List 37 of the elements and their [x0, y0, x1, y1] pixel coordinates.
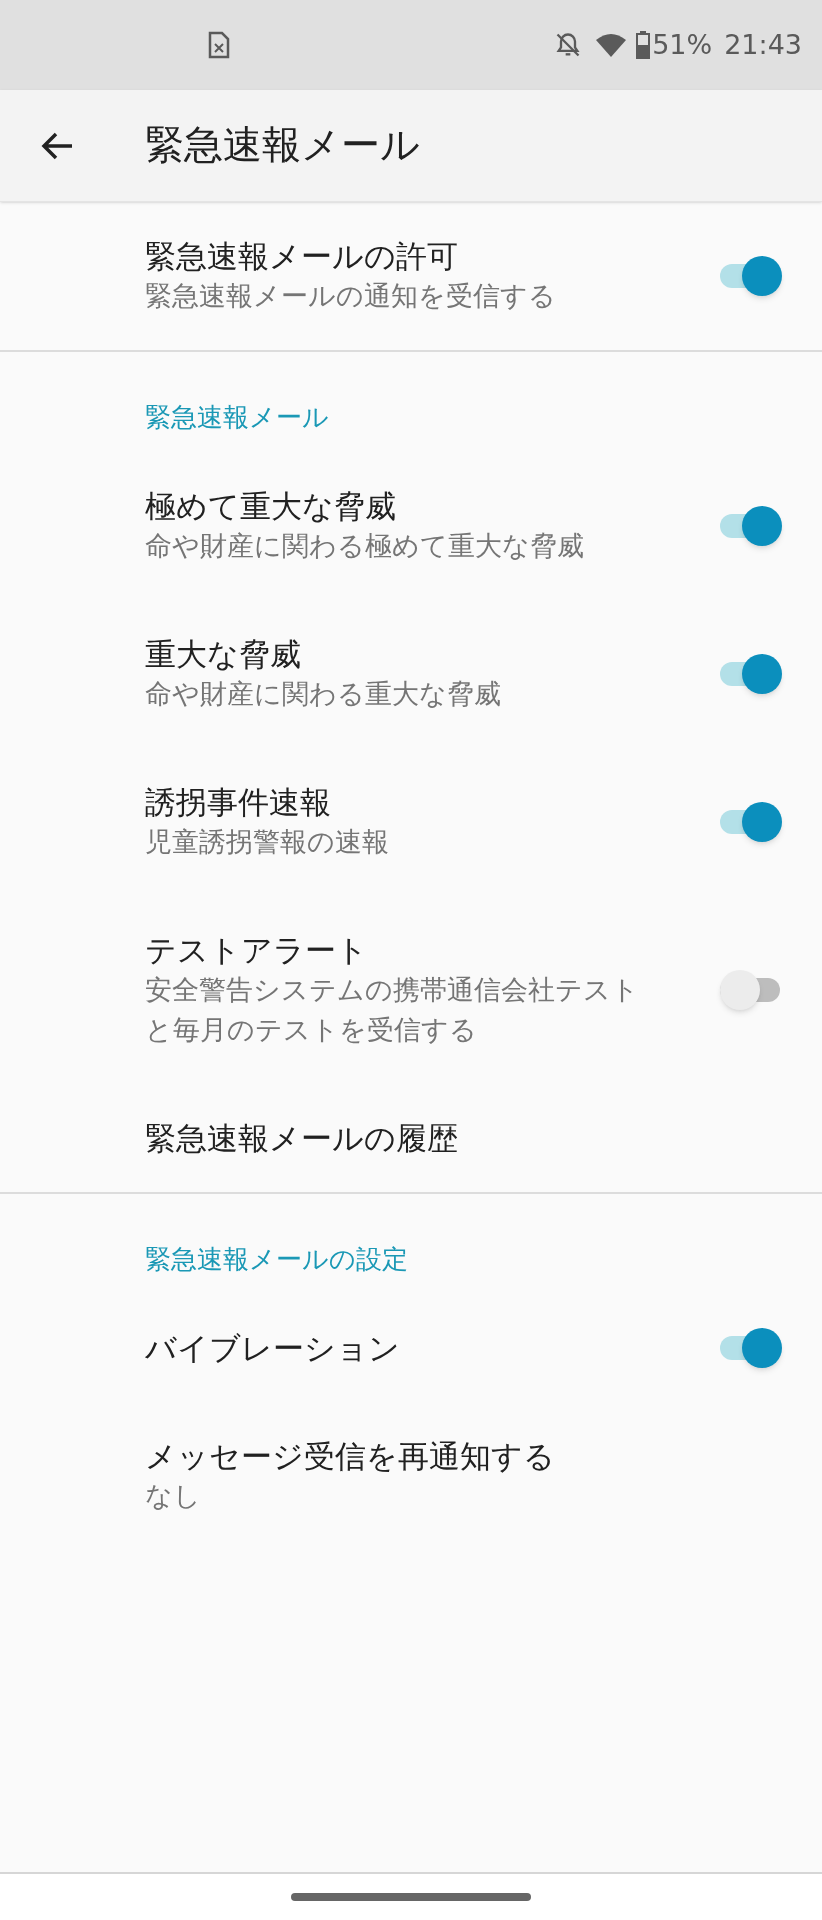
sim-card-icon: [208, 31, 230, 59]
toggle-switch[interactable]: [720, 654, 782, 694]
settings-item[interactable]: バイブレーション: [0, 1294, 822, 1402]
item-summary: なし: [145, 1479, 202, 1513]
toggle-switch[interactable]: [720, 256, 782, 296]
toggle-switch[interactable]: [720, 802, 782, 842]
toggle-switch[interactable]: [720, 506, 782, 546]
item-summary: 児童誘拐警報の速報: [145, 825, 390, 859]
item-title: テストアラート: [145, 931, 369, 970]
settings-item[interactable]: 極めて重大な脅威 命や財産に関わる極めて重大な脅威: [0, 452, 822, 600]
back-arrow-icon[interactable]: [40, 130, 74, 161]
item-title: メッセージ受信を再通知する: [145, 1437, 556, 1476]
settings-item[interactable]: 重大な脅威 命や財産に関わる重大な脅威: [0, 600, 822, 748]
item-title: 誘拐事件速報: [145, 783, 332, 822]
item-summary: 命や財産に関わる極めて重大な脅威: [145, 529, 585, 563]
clock: 21:43: [724, 27, 802, 62]
toggle-switch[interactable]: [720, 970, 782, 1010]
settings-item[interactable]: 誘拐事件速報 児童誘拐警報の速報: [0, 748, 822, 896]
settings-item[interactable]: メッセージ受信を再通知する なし: [0, 1402, 822, 1550]
battery-icon: [636, 31, 651, 59]
section-header: 緊急速報メールの設定: [144, 1243, 409, 1276]
item-title: 緊急速報メールの許可: [145, 237, 459, 276]
settings-item[interactable]: テストアラート 安全警告システムの携帯通信会社テストと毎月のテストを受信する: [0, 896, 822, 1084]
item-summary: 安全警告システムの携帯通信会社テストと毎月のテストを受信する: [145, 973, 640, 1047]
screen-title: 緊急速報メール: [145, 121, 420, 170]
item-summary: 命や財産に関わる重大な脅威: [145, 677, 502, 711]
battery-level: 51%: [652, 27, 713, 62]
item-title: 緊急速報メールの履歴: [145, 1119, 459, 1158]
settings-item[interactable]: 緊急速報メールの履歴: [0, 1084, 822, 1192]
section-header: 緊急速報メール: [144, 401, 330, 434]
settings-item[interactable]: 緊急速報メールの許可 緊急速報メールの通知を受信する: [0, 202, 822, 350]
item-summary: 緊急速報メールの通知を受信する: [145, 279, 557, 313]
item-title: 極めて重大な脅威: [145, 487, 397, 526]
item-title: バイブレーション: [145, 1329, 401, 1368]
toggle-switch[interactable]: [720, 1328, 782, 1368]
wifi-icon: [596, 33, 627, 57]
item-title: 重大な脅威: [145, 635, 302, 674]
